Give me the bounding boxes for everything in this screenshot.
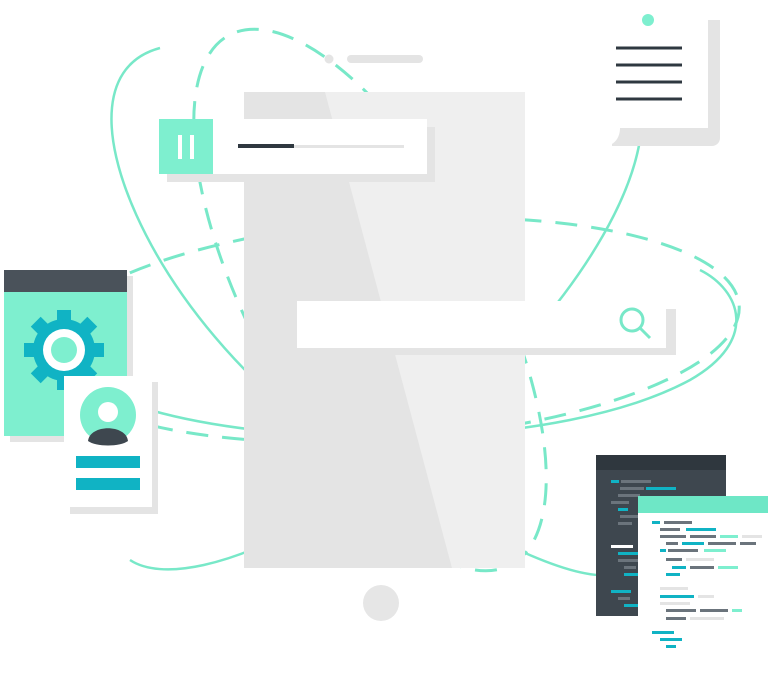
code-editor-light-header: [638, 496, 768, 513]
document-card: [600, 10, 720, 146]
search-input[interactable]: [297, 301, 666, 348]
phone-home-button: [363, 585, 399, 621]
document-page: [600, 10, 708, 146]
profile-line-1: [76, 456, 140, 468]
phone-camera: [324, 54, 334, 64]
pause-button[interactable]: [159, 119, 213, 174]
pin-icon: [642, 14, 654, 26]
code-editor-light: [638, 496, 768, 654]
code-windows: [596, 455, 768, 654]
search-bar: [297, 301, 676, 355]
profile-card: [64, 376, 158, 514]
settings-card-header: [4, 270, 127, 292]
media-player: [159, 119, 435, 182]
phone-speaker: [347, 55, 423, 63]
code-editor-dark-header: [596, 455, 726, 470]
progress-fill: [238, 144, 294, 148]
profile-line-2: [76, 478, 140, 490]
illustration-canvas: [4, 10, 768, 654]
